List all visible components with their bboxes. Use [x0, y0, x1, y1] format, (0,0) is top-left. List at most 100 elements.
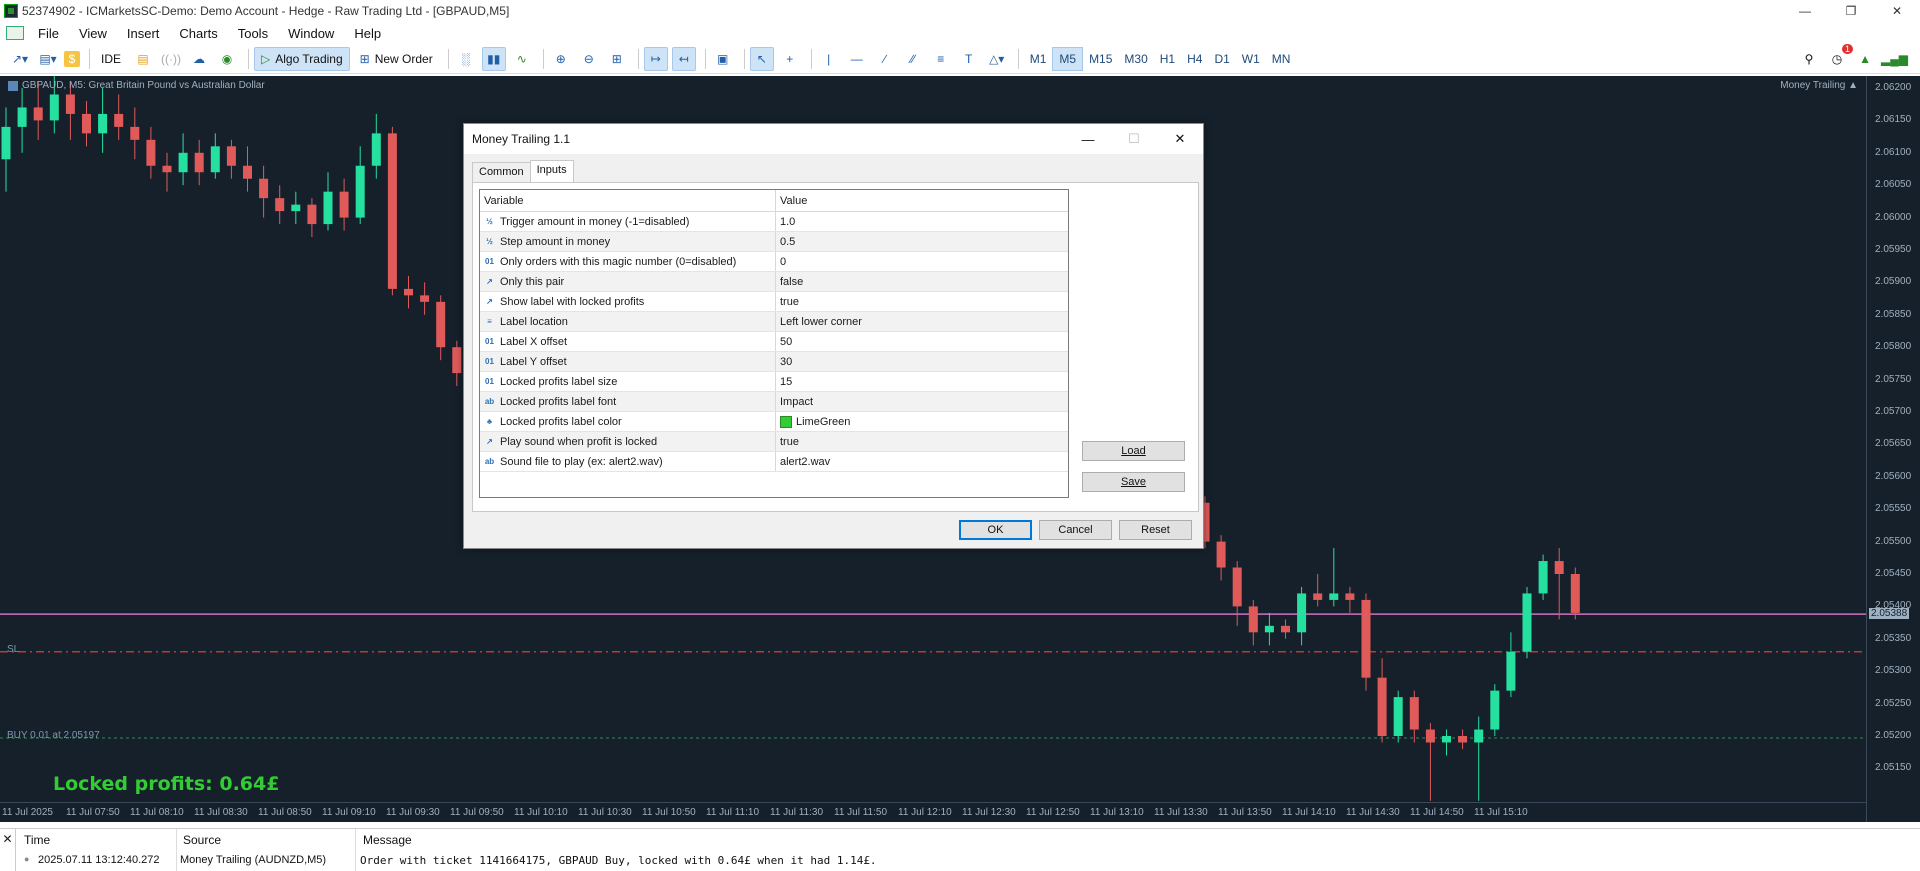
tf-m5[interactable]: M5: [1052, 46, 1084, 71]
cancel-button[interactable]: Cancel: [1039, 520, 1112, 540]
close-icon[interactable]: ✕: [1874, 0, 1920, 22]
input-row[interactable]: 01 Only orders with this magic number (0=…: [480, 252, 1068, 272]
inputs-grid[interactable]: Variable Value ½ Trigger amount in money …: [479, 189, 1069, 498]
input-row[interactable]: ↗ Show label with locked profits true: [480, 292, 1068, 312]
ea-name-label[interactable]: Money Trailing ▲: [1780, 80, 1858, 91]
chart-window-icon[interactable]: [6, 26, 24, 40]
bar-chart-icon[interactable]: ░: [454, 47, 478, 71]
fibo-icon[interactable]: ≡: [929, 47, 953, 71]
input-variable-name: Label Y offset: [500, 355, 567, 368]
input-row[interactable]: ab Locked profits label font Impact: [480, 392, 1068, 412]
input-value[interactable]: 30: [776, 352, 1068, 371]
input-value[interactable]: LimeGreen: [776, 412, 1068, 431]
vps-icon[interactable]: ◉: [215, 47, 239, 71]
input-value[interactable]: 50: [776, 332, 1068, 351]
input-row[interactable]: ↗ Only this pair false: [480, 272, 1068, 292]
input-value-text: true: [780, 295, 799, 308]
menu-charts[interactable]: Charts: [169, 26, 227, 41]
input-value[interactable]: Left lower corner: [776, 312, 1068, 331]
chart-shift-icon[interactable]: ↤: [671, 46, 696, 71]
bag-icon[interactable]: ▤: [131, 47, 155, 71]
input-type-icon: 01: [485, 377, 494, 386]
new-chart-icon[interactable]: ↗▾: [8, 47, 32, 71]
cursor-icon[interactable]: ↖: [749, 46, 774, 71]
tf-w1[interactable]: W1: [1236, 47, 1266, 71]
journal-close-icon[interactable]: ✕: [0, 829, 16, 871]
ide-button[interactable]: IDE: [95, 47, 127, 71]
horizontal-line-icon[interactable]: —: [845, 47, 869, 71]
input-row[interactable]: ≡ Label location Left lower corner: [480, 312, 1068, 332]
shapes-icon[interactable]: △▾: [985, 47, 1009, 71]
market-icon[interactable]: $: [64, 50, 80, 67]
input-row[interactable]: ½ Trigger amount in money (-1=disabled) 1.…: [480, 212, 1068, 232]
tab-inputs[interactable]: Inputs: [529, 160, 574, 182]
tf-h4[interactable]: H4: [1181, 47, 1208, 71]
input-row[interactable]: ♣ Locked profits label color LimeGreen: [480, 412, 1068, 432]
input-value[interactable]: 1.0: [776, 212, 1068, 231]
save-button[interactable]: Save: [1082, 472, 1185, 492]
input-value[interactable]: alert2.wav: [776, 452, 1068, 471]
input-row[interactable]: ab Sound file to play (ex: alert2.wav) ale…: [480, 452, 1068, 472]
crosshair-icon[interactable]: +: [778, 47, 802, 71]
restore-icon[interactable]: ❐: [1828, 0, 1874, 22]
notifications-icon[interactable]: ◷ 1: [1825, 44, 1854, 71]
text-icon[interactable]: T: [957, 47, 981, 71]
price-axis[interactable]: 2.06200 2.06150 2.06100 2.06050 2.06000 2.059…: [1866, 76, 1920, 822]
input-value[interactable]: 0: [776, 252, 1068, 271]
time-axis[interactable]: 11 Jul 2025 11 Jul 07:50 11 Jul 08:10 11 Ju…: [0, 802, 1866, 822]
algo-trading-button[interactable]: ▷ Algo Trading: [254, 46, 350, 71]
new-order-button[interactable]: ⊞ New Order: [354, 47, 439, 71]
journal-source-header[interactable]: Source: [183, 833, 221, 847]
zoom-out-icon[interactable]: ⊖: [577, 47, 601, 71]
autoscroll-icon[interactable]: ↦: [643, 46, 668, 71]
tf-h1[interactable]: H1: [1154, 47, 1181, 71]
menu-help[interactable]: Help: [344, 26, 391, 41]
input-value[interactable]: 15: [776, 372, 1068, 391]
variable-header[interactable]: Variable: [480, 190, 776, 211]
input-row[interactable]: 01 Label X offset 50: [480, 332, 1068, 352]
tf-d1[interactable]: D1: [1208, 47, 1235, 71]
input-row[interactable]: ½ Step amount in money 0.5: [480, 232, 1068, 252]
line-chart-icon[interactable]: ∿: [510, 47, 534, 71]
cloud-icon[interactable]: ☁: [187, 47, 211, 71]
journal-time-header[interactable]: Time: [24, 833, 50, 847]
menu-window[interactable]: Window: [278, 26, 344, 41]
zoom-in-icon[interactable]: ⊕: [549, 47, 573, 71]
profiles-icon[interactable]: ▤▾: [36, 47, 60, 71]
journal-message-header[interactable]: Message: [363, 833, 412, 847]
load-button[interactable]: Load: [1082, 441, 1185, 461]
value-header[interactable]: Value: [776, 190, 1068, 211]
input-row[interactable]: 01 Label Y offset 30: [480, 352, 1068, 372]
account-icon[interactable]: ▲: [1853, 47, 1877, 71]
search-icon[interactable]: ⚲: [1797, 47, 1821, 71]
channel-icon[interactable]: ∕∕: [901, 47, 925, 71]
input-value[interactable]: Impact: [776, 392, 1068, 411]
tf-m15[interactable]: M15: [1083, 47, 1118, 71]
input-value[interactable]: true: [776, 292, 1068, 311]
tf-m30[interactable]: M30: [1118, 47, 1153, 71]
menu-file[interactable]: File: [28, 26, 69, 41]
minimize-icon[interactable]: —: [1782, 0, 1828, 22]
dialog-minimize-icon[interactable]: —: [1065, 124, 1111, 154]
input-row[interactable]: ↗ Play sound when profit is locked true: [480, 432, 1068, 452]
trendline-icon[interactable]: ∕: [873, 47, 897, 71]
ok-button[interactable]: OK: [959, 520, 1032, 540]
input-value[interactable]: false: [776, 272, 1068, 291]
dialog-close-icon[interactable]: ✕: [1157, 124, 1203, 154]
tile-icon[interactable]: ⊞: [605, 47, 629, 71]
vertical-line-icon[interactable]: |: [817, 47, 841, 71]
input-value[interactable]: 0.5: [776, 232, 1068, 251]
signal-icon[interactable]: ((·)): [159, 47, 183, 71]
play-icon: ▷: [261, 51, 271, 66]
tf-mn[interactable]: MN: [1266, 47, 1297, 71]
input-value[interactable]: true: [776, 432, 1068, 451]
menu-tools[interactable]: Tools: [228, 26, 278, 41]
menu-view[interactable]: View: [69, 26, 117, 41]
tab-common[interactable]: Common: [472, 162, 531, 182]
tf-m1[interactable]: M1: [1024, 47, 1053, 71]
input-row[interactable]: 01 Locked profits label size 15: [480, 372, 1068, 392]
menu-insert[interactable]: Insert: [117, 26, 170, 41]
screenshot-icon[interactable]: ▣: [711, 47, 735, 71]
reset-button[interactable]: Reset: [1119, 520, 1192, 540]
candles-icon[interactable]: ▮▮: [481, 46, 506, 71]
